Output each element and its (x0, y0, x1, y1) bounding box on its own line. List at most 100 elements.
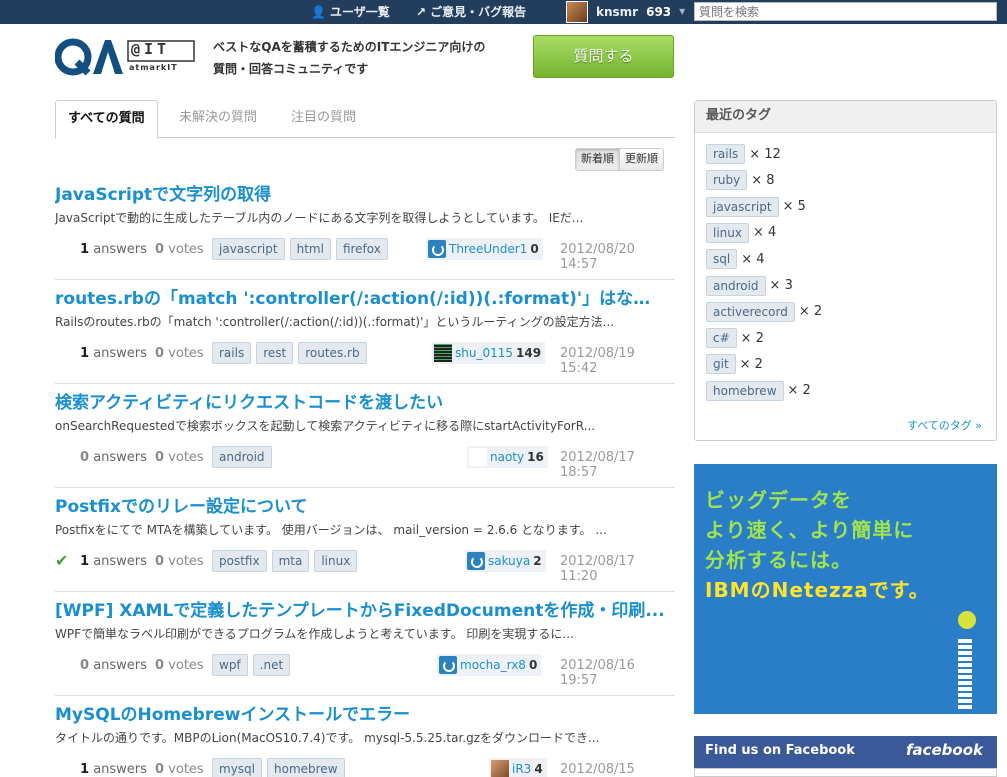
question-title[interactable]: 検索アクティビティにリクエストコードを渡したい (55, 388, 665, 413)
recent-tag-count: × 4 (752, 225, 777, 241)
question-date: 2012/08/20 14:57 (560, 242, 635, 272)
recent-tag-count: × 8 (751, 172, 775, 188)
author-name[interactable]: naoty (490, 450, 524, 464)
question-title[interactable]: routes.rbの「match ':controller(/:action(/… (55, 284, 665, 309)
recent-tag-row: android × 3 (706, 275, 793, 296)
question-title[interactable]: [WPF] XAMLで定義したテンプレートからFixedDocumentを作成・… (55, 596, 665, 621)
question-title[interactable]: Postfixでのリレー設定について (55, 492, 665, 517)
feedback-label: ご意見・バグ報告 (430, 5, 527, 19)
facebook-widget-body (694, 768, 997, 777)
author-name[interactable]: shu_0115 (455, 346, 513, 360)
tagline-line-1: ベストなQAを蓄積するためのITエンジニア向けの (213, 40, 486, 54)
question-tag[interactable]: postfix (212, 550, 267, 572)
vote-count-value: 0 (155, 658, 165, 673)
recent-tag[interactable]: sql (706, 249, 738, 270)
question-tag[interactable]: html (289, 238, 331, 260)
avatar (428, 240, 446, 258)
question-tags: mysql homebrew (212, 758, 345, 777)
recent-tag[interactable]: linux (706, 222, 749, 243)
ask-question-button[interactable]: 質問する (533, 35, 674, 78)
recent-tag[interactable]: android (706, 275, 766, 296)
question-tag[interactable]: javascript (212, 238, 285, 260)
question-author: shu_0115 149 (432, 342, 546, 364)
question-author: mocha_rx8 0 (437, 654, 542, 676)
answer-count-label: answers (93, 762, 147, 777)
question-meta: 0 answers 0 votes android naoty 16 2012/… (55, 446, 675, 480)
author-name[interactable]: iR3 (512, 762, 531, 776)
recent-tag[interactable]: git (706, 354, 736, 375)
answer-count-label: answers (93, 242, 147, 257)
recent-tag[interactable]: ruby (706, 170, 748, 191)
question-excerpt: Postfixをにてで MTAを構築しています。 使用バージョンは、 mail_… (55, 523, 607, 537)
tab-all[interactable]: すべての質問 (55, 100, 158, 139)
recent-tag-row: homebrew × 2 (706, 380, 811, 401)
ad-line-3: 分析するには。 (705, 548, 852, 572)
facebook-box[interactable]: Find us on Facebook facebook (694, 736, 997, 777)
question-tag[interactable]: routes.rb (298, 342, 367, 364)
answer-count: 0 answers (80, 450, 147, 465)
answer-count: 1 answers (80, 762, 147, 777)
question-title[interactable]: MySQLのHomebrewインストールでエラー (55, 700, 665, 725)
answer-count: 0 answers (80, 658, 147, 673)
answer-count-value: 1 (80, 554, 90, 569)
question-title[interactable]: JavaScriptで文字列の取得 (55, 180, 665, 205)
answer-count-label: answers (93, 554, 147, 569)
vote-count-label: votes (168, 242, 204, 257)
sort-newest-button[interactable]: 新着順 (576, 149, 619, 170)
sort-toggle: 新着順 更新順 (575, 148, 664, 171)
author-name[interactable]: sakuya (488, 554, 530, 568)
question-tag[interactable]: rails (212, 342, 252, 364)
site-logo[interactable]: @IT atmarkIT (54, 37, 195, 77)
question-tag[interactable]: rest (256, 342, 294, 364)
vote-count: 0 votes (155, 242, 204, 257)
tab-featured[interactable]: 注目の質問 (279, 100, 368, 138)
question-date: 2012/08/19 15:42 (560, 346, 635, 376)
vote-count: 0 votes (155, 346, 204, 361)
vote-count-value: 0 (155, 554, 165, 569)
answer-count-value: 0 (80, 658, 90, 673)
question-item: JavaScriptで文字列の取得 JavaScriptで動的に生成したテーブル… (55, 176, 675, 280)
sort-updated-button[interactable]: 更新順 (619, 149, 663, 170)
recent-tag[interactable]: activerecord (706, 301, 795, 322)
question-tag[interactable]: android (212, 446, 272, 468)
question-tag[interactable]: .net (252, 654, 291, 676)
question-tag[interactable]: wpf (212, 654, 248, 676)
question-tag[interactable]: linux (314, 550, 358, 572)
recent-tag-count: × 2 (739, 356, 763, 372)
author-name[interactable]: ThreeUnder1 (449, 242, 527, 256)
question-excerpt: タイトルの通りです。MBPのLion(MacOS10.7.4)です。 mysql… (55, 731, 600, 745)
external-link-icon: ↗ (416, 5, 427, 19)
question-tags: postfix mta linux (212, 550, 358, 572)
author-name[interactable]: mocha_rx8 (460, 658, 526, 672)
question-author: ThreeUnder1 0 (426, 238, 543, 260)
question-meta: 1 answers 0 votes javascript html firefox … (55, 238, 675, 272)
recent-tag[interactable]: javascript (706, 196, 779, 217)
recent-tag[interactable]: homebrew (706, 380, 784, 401)
ibm-ad-banner[interactable]: ビッグデータを より速く、より簡単に 分析するには。 IBMのNetezzaです… (694, 464, 997, 714)
question-tag[interactable]: mta (271, 550, 310, 572)
user-list-link[interactable]: 👤 ユーザ一覧 (311, 0, 390, 24)
recent-tag-count: × 3 (769, 278, 793, 293)
question-author: naoty 16 (467, 446, 548, 468)
tab-unsolved[interactable]: 未解決の質問 (167, 100, 269, 138)
current-user-menu[interactable]: knsmr 693 ▼ (566, 0, 685, 24)
globe-icon (956, 609, 978, 631)
logo-sub: @IT (131, 40, 171, 58)
recent-tag-row: linux × 4 (706, 222, 777, 243)
vote-count: 0 votes (155, 762, 204, 777)
vote-count-label: votes (168, 658, 204, 673)
avatar (566, 1, 588, 23)
feedback-link[interactable]: ↗ ご意見・バグ報告 (416, 0, 526, 24)
recent-tag[interactable]: rails (706, 144, 746, 164)
question-tag[interactable]: homebrew (267, 758, 345, 777)
question-author: iR3 4 (489, 758, 547, 777)
recent-tag[interactable]: c# (706, 328, 737, 349)
all-tags-link[interactable]: すべてのタグ » (907, 417, 982, 433)
question-tag[interactable]: mysql (212, 758, 262, 777)
question-tags: android (212, 446, 272, 468)
question-item: Postfixでのリレー設定について Postfixをにてで MTAを構築してい… (55, 488, 675, 592)
recent-tag-count: × 2 (740, 330, 764, 346)
vote-count: 0 votes (155, 554, 204, 569)
search-input[interactable] (694, 2, 997, 21)
question-tag[interactable]: firefox (335, 238, 388, 260)
